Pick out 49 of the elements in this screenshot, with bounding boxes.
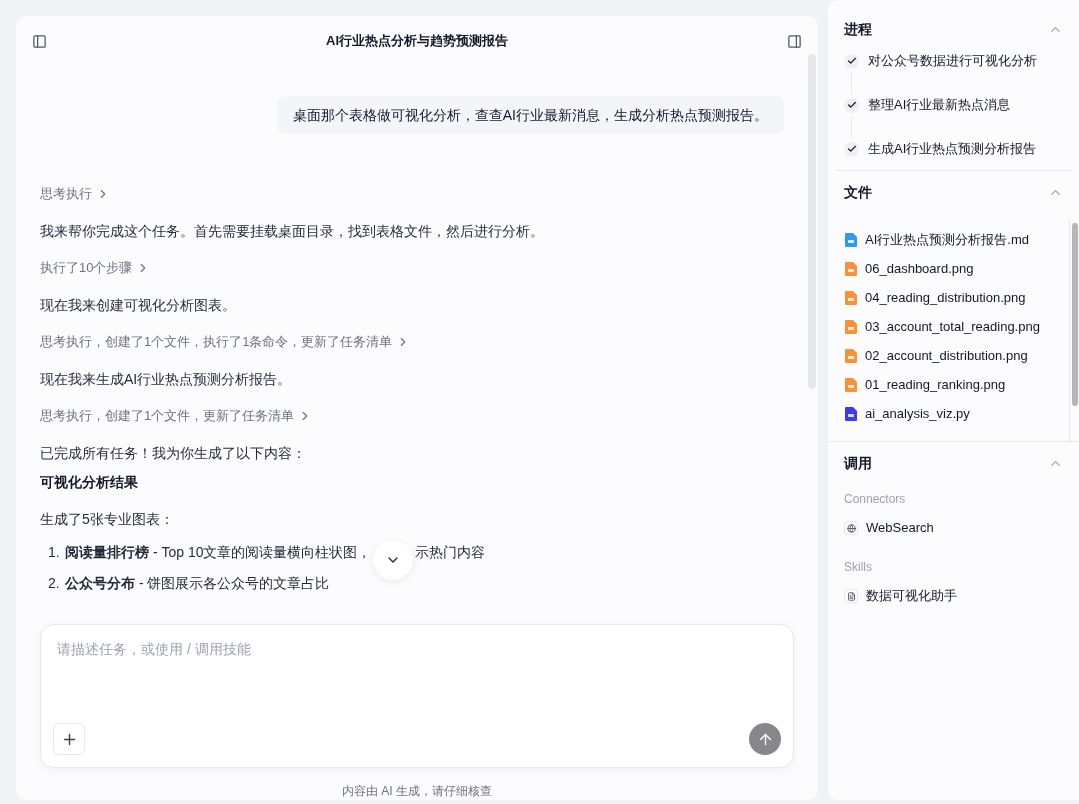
- image-file-icon: [845, 377, 857, 392]
- message-text: 已完成所有任务！我为你生成了以下内容：: [40, 444, 307, 463]
- image-file-icon: [845, 319, 857, 334]
- file-item[interactable]: 06_dashboard.png: [845, 254, 1069, 283]
- steps-toggle[interactable]: 思考执行，创建了1个文件，更新了任务清单: [40, 405, 784, 427]
- list-item-text: 阅读量排行榜 - Top 10文章的阅读量横向柱状图，: [65, 543, 372, 562]
- file-item[interactable]: AI行业热点预测分析报告.md: [845, 225, 1069, 254]
- list-number: 1.: [48, 543, 61, 562]
- tool-item[interactable]: WebSearch: [844, 510, 1063, 546]
- list-item-text: 示热门内容: [415, 543, 486, 562]
- group-label: Skills: [844, 559, 873, 576]
- message-text: 生成了5张专业图表：: [40, 510, 175, 529]
- steps-toggle[interactable]: 思考执行，创建了1个文件，执行了1条命令，更新了任务清单: [40, 331, 784, 353]
- python-file-icon: [845, 406, 857, 421]
- file-item[interactable]: 03_account_total_reading.png: [845, 312, 1069, 341]
- window-title: AI行业热点分析与趋势预测报告: [326, 32, 508, 51]
- message-heading: 可视化分析结果: [40, 473, 139, 492]
- steps-toggle[interactable]: 执行了10个步骤: [40, 257, 784, 279]
- task-label: 生成AI行业热点预测分析报告: [868, 140, 1037, 159]
- group-label: Connectors: [844, 491, 907, 508]
- image-file-icon: [845, 348, 857, 363]
- section-title: 调用: [844, 453, 872, 473]
- list-item-text: 公众号分布 - 饼图展示各公众号的文章占比: [65, 574, 330, 593]
- message-text: 现在我来创建可视化分析图表。: [40, 296, 237, 315]
- file-item[interactable]: ai_analysis_viz.py: [845, 399, 1069, 428]
- user-message: 桌面那个表格做可视化分析，查查AI行业最新消息，生成分析热点预测报告。: [276, 96, 784, 134]
- file-item[interactable]: 02_account_distribution.png: [845, 341, 1069, 370]
- task-input[interactable]: 请描述任务，或使用 / 调用技能: [53, 637, 781, 660]
- add-button[interactable]: [53, 723, 85, 755]
- message-text: 现在我来生成AI行业热点预测分析报告。: [40, 370, 293, 389]
- task-label: 整理AI行业最新热点消息: [868, 96, 1011, 115]
- list-number: 2.: [48, 574, 61, 593]
- section-title: 进程: [844, 19, 872, 39]
- disclaimer-text: 内容由 AI 生成，请仔细核查: [341, 783, 493, 800]
- message-text: 我来帮你完成这个任务。首先需要挂载桌面目录，找到表格文件，然后进行分析。: [40, 222, 545, 241]
- file-item[interactable]: 01_reading_ranking.png: [845, 370, 1069, 399]
- tool-item[interactable]: 数据可视化助手: [844, 578, 1063, 614]
- md-file-icon: [845, 232, 857, 247]
- steps-toggle[interactable]: 思考执行: [40, 183, 784, 205]
- panel-toggle-icon[interactable]: [787, 33, 802, 49]
- task-label: 对公众号数据进行可视化分析: [868, 52, 1037, 71]
- globe-icon: [844, 521, 858, 535]
- image-file-icon: [845, 290, 857, 305]
- section-title: 文件: [844, 182, 872, 202]
- file-item[interactable]: 04_reading_distribution.png: [845, 283, 1069, 312]
- image-file-icon: [845, 261, 857, 276]
- send-button[interactable]: [749, 723, 781, 755]
- document-icon: [844, 589, 858, 603]
- sidebar-toggle-icon[interactable]: [32, 33, 47, 49]
